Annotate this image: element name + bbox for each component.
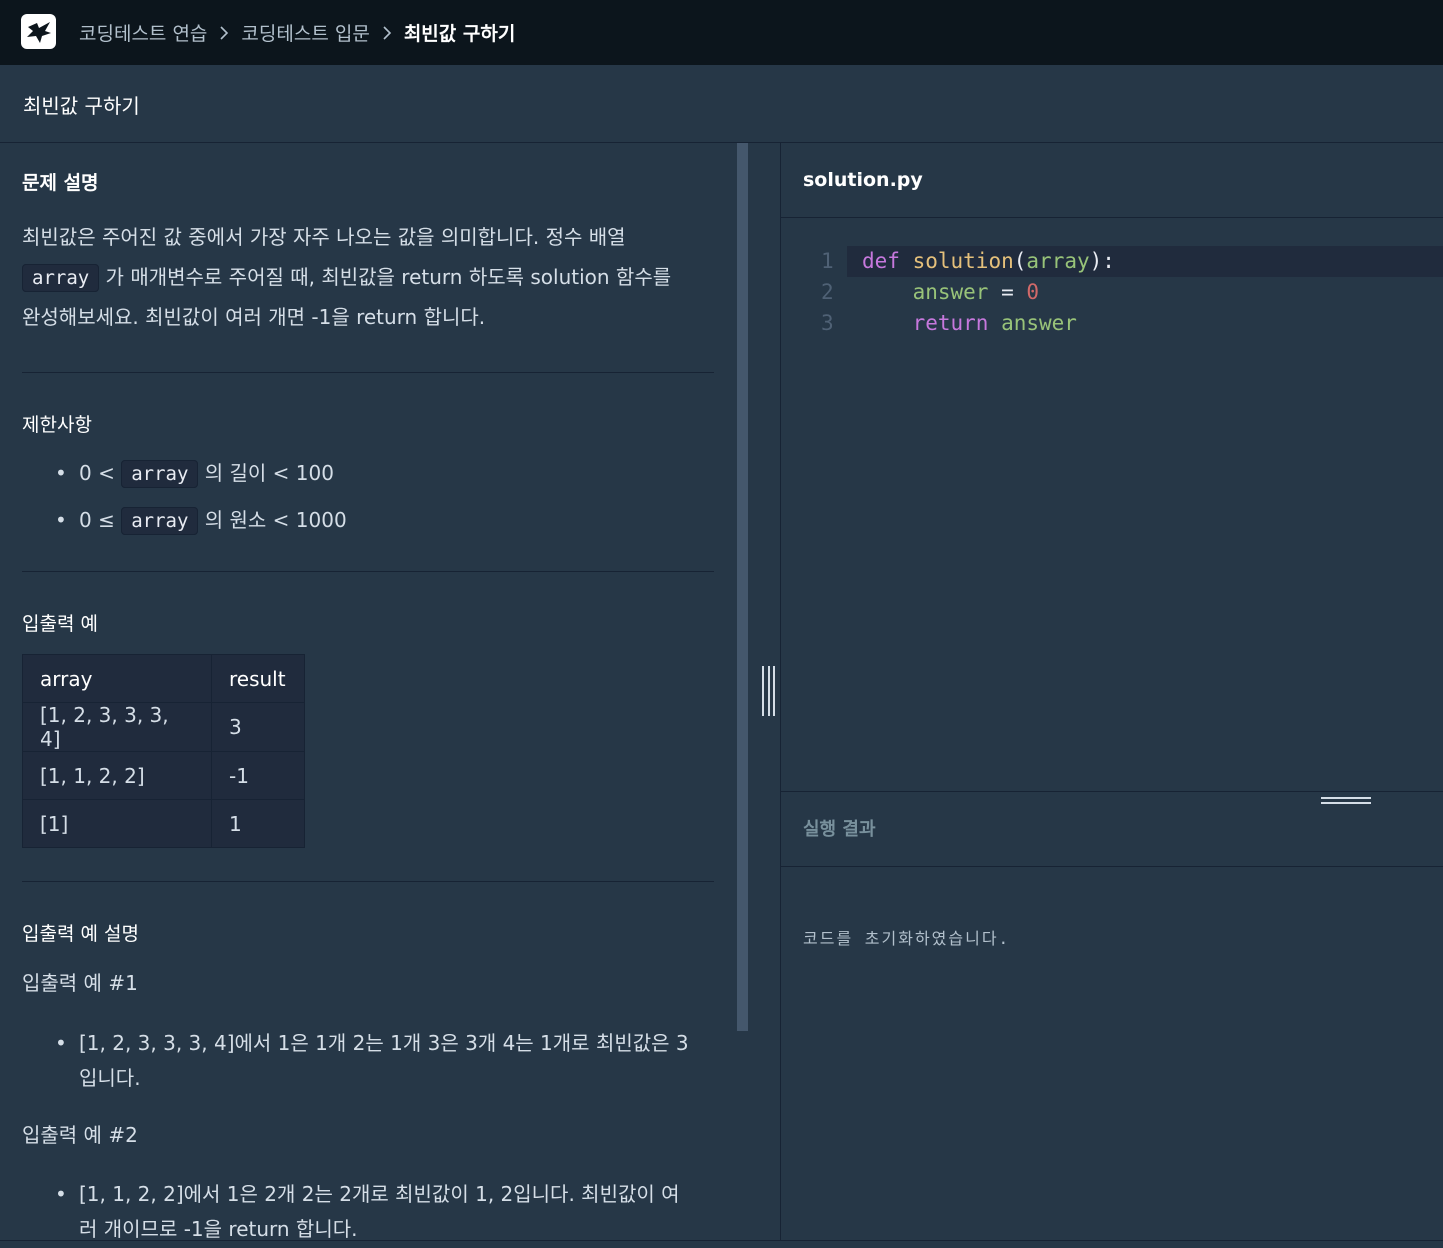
page-title: 최빈값 구하기 <box>23 94 140 118</box>
splitter-grip-icon[interactable] <box>762 666 775 716</box>
chevron-right-icon <box>219 25 229 41</box>
examples-table: array result [1, 2, 3, 3, 3, 4] 3 [1, 1,… <box>22 654 305 848</box>
section-divider <box>22 881 714 882</box>
section-divider <box>22 571 714 572</box>
table-cell: [1] <box>22 799 212 848</box>
column-header-array: array <box>22 654 212 703</box>
table-row: [1] 1 <box>22 799 305 848</box>
top-nav-bar: 코딩테스트 연습 코딩테스트 입문 최빈값 구하기 <box>0 0 1443 65</box>
table-cell: [1, 1, 2, 2] <box>22 751 212 800</box>
list-item: [1, 1, 2, 2]에서 1은 2개 2는 2개로 최빈값이 1, 2입니다… <box>22 1177 714 1240</box>
list-item: 0 ≤ array 의 원소 < 1000 <box>22 500 714 547</box>
column-header-result: result <box>211 654 305 703</box>
result-header: 실행 결과 <box>781 791 1443 867</box>
inline-code: array <box>22 264 100 292</box>
result-output: 코드를 초기화하였습니다. <box>803 929 1011 948</box>
editor-panel: solution.py 1 def solution(array): 2 ans… <box>781 143 1443 1240</box>
example-1-title: 입출력 예 #1 <box>22 971 138 995</box>
constraint-text: 의 원소 < 1000 <box>198 508 347 532</box>
table-row: [1, 2, 3, 3, 3, 4] 3 <box>22 702 305 752</box>
example-2-list: [1, 1, 2, 2]에서 1은 2개 2는 2개로 최빈값이 1, 2입니다… <box>22 1177 714 1240</box>
programmers-logo-icon[interactable] <box>21 14 56 49</box>
problem-description-panel[interactable]: 문제 설명 최빈값은 주어진 값 중에서 가장 자주 나오는 값을 의미합니다.… <box>0 143 780 1240</box>
line-number: 2 <box>821 280 834 304</box>
line-number: 3 <box>821 311 834 335</box>
table-cell: 1 <box>211 799 305 848</box>
result-label: 실행 결과 <box>803 819 876 840</box>
example-1-line-1: [1, 2, 3, 3, 3, 4]에서 1은 1개 2는 1개 3은 3개 4… <box>79 1031 689 1055</box>
example-2-line-2: 러 개이므로 -1을 return 합니다. <box>79 1217 358 1240</box>
section-divider <box>22 372 714 373</box>
code-line[interactable]: 1 def solution(array): <box>781 246 1443 277</box>
code-text[interactable]: return answer <box>862 308 1077 339</box>
challenge-title-bar: 최빈값 구하기 <box>0 65 1443 143</box>
description-line-2: array 가 매개변수로 주어질 때, 최빈값을 return 하도록 sol… <box>22 257 671 298</box>
examples-heading: 입출력 예 <box>22 613 98 635</box>
constraints-heading: 제한사항 <box>22 414 92 436</box>
description-scrollbar[interactable] <box>737 143 748 1031</box>
list-item: 0 < array 의 길이 < 100 <box>22 453 714 500</box>
table-cell: [1, 2, 3, 3, 3, 4] <box>22 702 212 752</box>
constraint-text: 0 < <box>79 461 122 485</box>
breadcrumb: 코딩테스트 연습 코딩테스트 입문 최빈값 구하기 <box>79 0 515 65</box>
constraints-list: 0 < array 의 길이 < 100 0 ≤ array 의 원소 < 10… <box>22 453 714 547</box>
chevron-right-icon <box>382 25 392 41</box>
description-heading: 문제 설명 <box>22 172 99 194</box>
example-1-line-2: 입니다. <box>79 1066 141 1090</box>
file-name: solution.py <box>803 169 923 191</box>
breadcrumb-item-current: 최빈값 구하기 <box>403 23 516 45</box>
table-row: [1, 1, 2, 2] -1 <box>22 751 305 800</box>
list-item: [1, 2, 3, 3, 3, 4]에서 1은 1개 2는 1개 3은 3개 4… <box>22 1026 714 1096</box>
description-line-3: 완성해보세요. 최빈값이 여러 개면 -1을 return 합니다. <box>22 305 486 329</box>
breadcrumb-item-intro[interactable]: 코딩테스트 입문 <box>241 19 369 46</box>
breadcrumb-item-practice[interactable]: 코딩테스트 연습 <box>79 19 207 46</box>
example-2-line-1: [1, 1, 2, 2]에서 1은 2개 2는 2개로 최빈값이 1, 2입니다… <box>79 1182 680 1206</box>
editor-header: solution.py <box>781 143 1443 218</box>
resize-handle-icon[interactable] <box>1321 797 1371 809</box>
code-editor[interactable]: 1 def solution(array): 2 answer = 0 3 re… <box>781 218 1443 791</box>
description-line-1: 최빈값은 주어진 값 중에서 가장 자주 나오는 값을 의미합니다. 정수 배열 <box>22 225 626 249</box>
code-text[interactable]: def solution(array): <box>862 246 1115 277</box>
constraint-text: 0 ≤ <box>79 508 122 532</box>
inline-code: array <box>121 460 199 488</box>
code-text[interactable]: answer = 0 <box>862 277 1039 308</box>
table-header-row: array result <box>22 654 305 703</box>
table-cell: -1 <box>211 751 305 800</box>
constraint-text: 의 길이 < 100 <box>198 461 334 485</box>
code-line[interactable]: 3 return answer <box>781 308 1443 339</box>
line-number: 1 <box>821 249 834 273</box>
description-line-2-text: 가 매개변수로 주어질 때, 최빈값을 return 하도록 solution … <box>99 265 672 289</box>
explanation-heading: 입출력 예 설명 <box>22 923 139 945</box>
table-cell: 3 <box>211 702 305 752</box>
example-2-title: 입출력 예 #2 <box>22 1123 138 1147</box>
code-line[interactable]: 2 answer = 0 <box>781 277 1443 308</box>
inline-code: array <box>121 507 199 535</box>
bottom-border <box>0 1240 1443 1248</box>
example-1-list: [1, 2, 3, 3, 3, 4]에서 1은 1개 2는 1개 3은 3개 4… <box>22 1026 714 1096</box>
